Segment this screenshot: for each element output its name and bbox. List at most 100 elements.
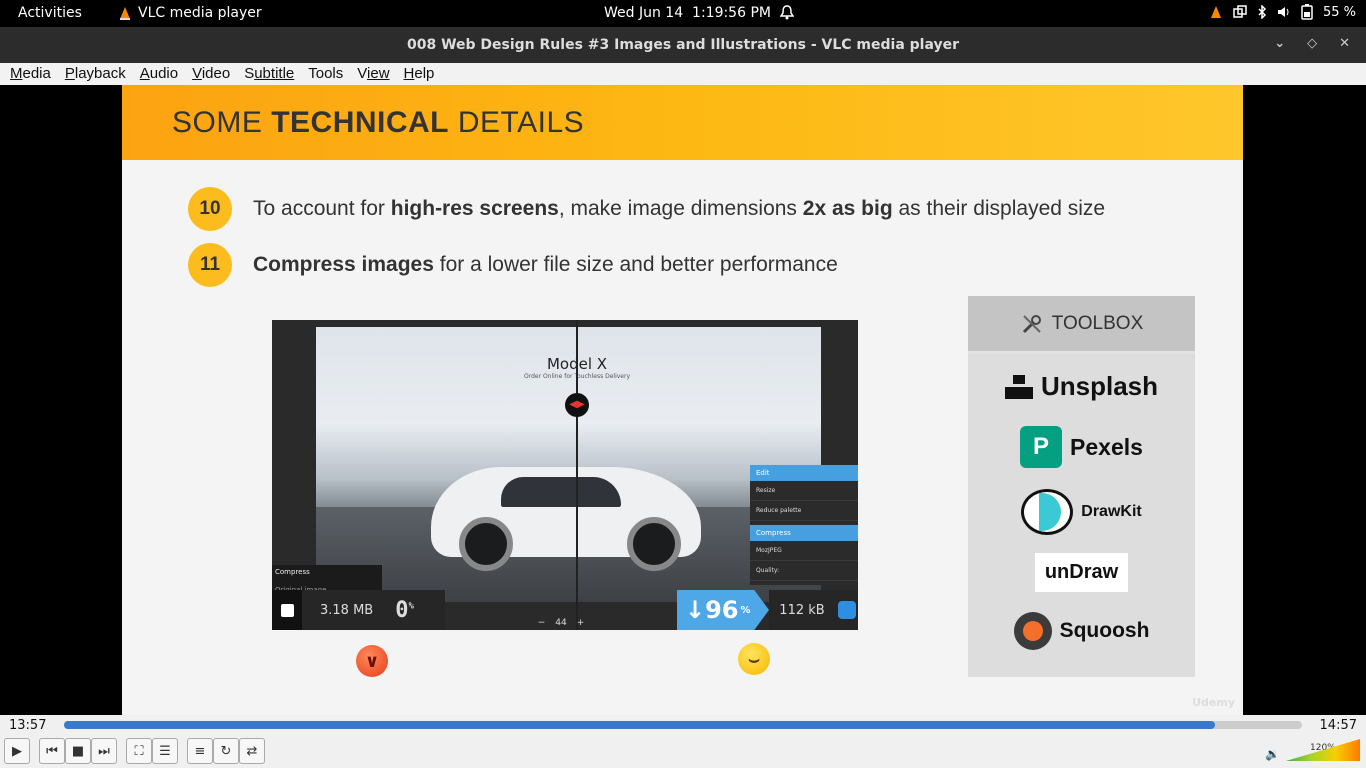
- slide-banner: SOME TECHNICAL DETAILS: [122, 85, 1243, 160]
- tool-label: unDraw: [1034, 553, 1129, 592]
- menu-subtitle-key: S: [244, 65, 255, 82]
- battery-icon: [1301, 4, 1313, 20]
- rule10-a: To account for: [253, 197, 391, 220]
- tool-squoosh: Squoosh: [968, 612, 1195, 650]
- edit-reduce-palette: Reduce palette: [750, 501, 858, 521]
- vlc-cone-icon: [120, 7, 130, 20]
- rule11-b: for a lower file size and better perform…: [433, 253, 838, 276]
- window-title: 008 Web Design Rules #3 Images and Illus…: [406, 37, 960, 53]
- shuffle-button[interactable]: ⇄: [239, 738, 265, 764]
- video-area[interactable]: SOME TECHNICAL DETAILS 10 To account for…: [0, 85, 1366, 715]
- next-button[interactable]: ⏭: [91, 738, 117, 764]
- menu-view-key: V: [357, 65, 368, 82]
- total-time[interactable]: 14:57: [1320, 718, 1357, 733]
- menu-help[interactable]: Help: [404, 63, 435, 85]
- slide: SOME TECHNICAL DETAILS 10 To account for…: [122, 85, 1243, 715]
- tool-undraw: unDraw: [968, 553, 1195, 592]
- menu-playback-key: P: [64, 65, 75, 82]
- fullscreen-icon: ⛶: [134, 743, 144, 759]
- compressed-size: 112 kB: [769, 590, 835, 630]
- seek-bar[interactable]: [64, 721, 1302, 729]
- rule-10: 10 To account for high-res screens, make…: [188, 187, 1105, 231]
- menu-media-rest: edia: [22, 65, 51, 82]
- close-icon[interactable]: ✕: [1339, 36, 1350, 51]
- menu-playback[interactable]: Playback: [65, 63, 126, 85]
- playback-buttons: ▶ ⏮ ■ ⏭ ⛶ ☰ ≡ ↻ ⇄: [4, 738, 265, 764]
- clock[interactable]: Wed Jun 14 1:19:56 PM: [604, 5, 771, 21]
- toolbox-panel: TOOLBOX Unsplash P Pexels DrawKit unDraw …: [968, 296, 1195, 677]
- previous-icon: ⏮: [46, 743, 58, 759]
- rule10-b: high-res screens: [390, 197, 559, 220]
- next-icon: ⏭: [98, 743, 110, 759]
- vlc-tray-icon[interactable]: [1209, 5, 1223, 19]
- menu-help-key: H: [403, 65, 415, 82]
- compressed-percent: ↓96%: [677, 590, 769, 630]
- menu-help-rest: elp: [414, 65, 435, 82]
- play-button[interactable]: ▶: [4, 738, 30, 764]
- udemy-watermark: Udemy: [1192, 696, 1235, 709]
- compare-divider: [576, 320, 578, 630]
- tool-drawkit: DrawKit: [968, 489, 1195, 535]
- menu-view[interactable]: View: [357, 63, 389, 85]
- original-stats: 3.18 MB 0%: [272, 590, 445, 630]
- app-menu[interactable]: VLC media player: [118, 5, 262, 21]
- edit-compress: Compress: [750, 525, 858, 541]
- speaker-icon[interactable]: 🔉: [1265, 747, 1280, 761]
- date: Wed Jun 14: [604, 5, 684, 21]
- menu-tools-key: T: [308, 65, 316, 82]
- tool-label: Pexels: [1070, 433, 1143, 460]
- menu-video-rest: ideo: [201, 65, 231, 82]
- rule-11: 11 Compress images for a lower file size…: [188, 243, 838, 287]
- tool-label: Squoosh: [1059, 619, 1150, 642]
- menu-tools[interactable]: Tools: [308, 63, 343, 85]
- unsplash-icon: [1004, 374, 1033, 399]
- volume-slider[interactable]: 120%: [1286, 739, 1360, 761]
- toolbox-title: TOOLBOX: [1051, 312, 1144, 334]
- zoom-value: 44: [555, 617, 567, 628]
- edit-resize: Resize: [750, 481, 858, 501]
- system-tray[interactable]: 55 %: [1209, 4, 1356, 20]
- zoom-controls: −44 +: [516, 615, 606, 630]
- menu-audio-rest: udio: [149, 65, 179, 82]
- tool-unsplash: Unsplash: [968, 371, 1195, 402]
- angry-emoji-icon: ∨: [356, 645, 388, 677]
- elapsed-time[interactable]: 13:57: [9, 718, 46, 733]
- network-icon: [1233, 5, 1247, 18]
- maximize-icon[interactable]: ◇: [1307, 36, 1317, 51]
- playlist-button[interactable]: ≡: [187, 738, 213, 764]
- menu-video[interactable]: Video: [192, 63, 230, 85]
- menu-bar: Media Playback Audio Video Subtitle Tool…: [0, 63, 1366, 85]
- loop-icon: ↻: [220, 743, 232, 759]
- menu-subtitle[interactable]: Subtitle: [244, 63, 294, 85]
- zoom-in-icon: +: [576, 617, 585, 628]
- stop-button[interactable]: ■: [65, 738, 91, 764]
- save-icon: [835, 590, 858, 630]
- original-size: 3.18 MB: [320, 602, 374, 618]
- fullscreen-button[interactable]: ⛶: [126, 738, 152, 764]
- menu-media-key: M: [10, 65, 23, 82]
- left-panel-title: Compress: [275, 568, 310, 576]
- window-controls: ⌄ ◇ ✕: [1274, 36, 1350, 51]
- time: 1:19:56 PM: [692, 5, 771, 21]
- playlist-icon: ≡: [194, 743, 206, 759]
- window-titlebar[interactable]: 008 Web Design Rules #3 Images and Illus…: [0, 27, 1366, 63]
- menu-audio[interactable]: Audio: [140, 63, 178, 85]
- rule10-c: , make image dimensions: [558, 197, 803, 220]
- edit-quality: Quality:: [750, 561, 858, 581]
- compressed-percent-value: ↓96: [685, 596, 739, 624]
- activities-button[interactable]: Activities: [18, 5, 82, 21]
- compressed-stats: ↓96% 112 kB: [677, 590, 858, 630]
- tool-label: DrawKit: [1081, 503, 1142, 520]
- menu-view-rest: iew: [367, 65, 390, 82]
- drawkit-icon: [1021, 489, 1074, 535]
- seek-bar-fill: [64, 721, 1216, 729]
- loop-button[interactable]: ↻: [213, 738, 239, 764]
- heading-end: DETAILS: [449, 106, 585, 139]
- volume-control[interactable]: 🔉 120%: [1265, 739, 1360, 761]
- extended-settings-button[interactable]: ☰: [152, 738, 178, 764]
- minimize-icon[interactable]: ⌄: [1274, 36, 1285, 51]
- edit-panel: Edit Resize Reduce palette Compress MozJ…: [750, 465, 858, 585]
- menu-media[interactable]: Media: [10, 63, 51, 85]
- previous-button[interactable]: ⏮: [39, 738, 65, 764]
- bell-icon[interactable]: [780, 4, 794, 20]
